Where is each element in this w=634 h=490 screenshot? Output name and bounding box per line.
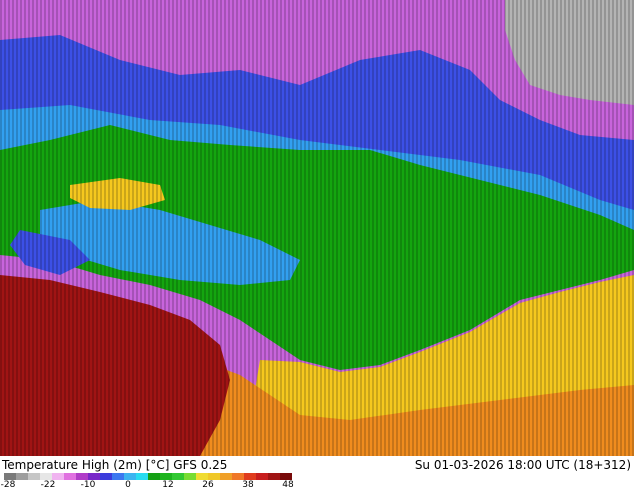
legend-swatch bbox=[208, 473, 220, 480]
legend-swatch bbox=[220, 473, 232, 480]
legend-swatch bbox=[196, 473, 208, 480]
legend-swatch bbox=[76, 473, 88, 480]
legend-swatch bbox=[280, 473, 292, 480]
legend-swatch bbox=[52, 473, 64, 480]
legend-tick-label: 12 bbox=[162, 480, 174, 490]
legend-swatch bbox=[136, 473, 148, 480]
legend-swatch bbox=[64, 473, 76, 480]
legend-swatch bbox=[268, 473, 280, 480]
legend-swatch bbox=[88, 473, 100, 480]
legend-swatch bbox=[232, 473, 244, 480]
legend-tick-label: -28 bbox=[0, 480, 16, 490]
legend-tick-label: 0 bbox=[125, 480, 131, 490]
legend-swatch bbox=[28, 473, 40, 480]
map-footer: Temperature High (2m) [°C] GFS 0.25 Su 0… bbox=[0, 456, 634, 490]
valid-time: Su 01-03-2026 18:00 UTC (18+312) bbox=[414, 458, 631, 472]
legend-swatch bbox=[124, 473, 136, 480]
color-legend bbox=[4, 473, 292, 480]
legend-tick-label: 26 bbox=[202, 480, 214, 490]
legend-tick-label: -22 bbox=[40, 480, 56, 490]
legend-swatch bbox=[160, 473, 172, 480]
legend-tick-label: 38 bbox=[242, 480, 254, 490]
map-title: Temperature High (2m) [°C] GFS 0.25 bbox=[2, 458, 228, 472]
legend-swatch bbox=[16, 473, 28, 480]
temperature-map bbox=[0, 0, 634, 456]
legend-tick-label: -10 bbox=[80, 480, 96, 490]
legend-swatch bbox=[184, 473, 196, 480]
legend-swatch bbox=[148, 473, 160, 480]
legend-swatch bbox=[244, 473, 256, 480]
legend-swatch bbox=[100, 473, 112, 480]
value-labels-overlay bbox=[0, 0, 634, 456]
temperature-field bbox=[0, 0, 634, 456]
legend-swatch bbox=[112, 473, 124, 480]
legend-tick-label: 48 bbox=[282, 480, 294, 490]
legend-swatch bbox=[256, 473, 268, 480]
legend-swatch bbox=[172, 473, 184, 480]
legend-swatch bbox=[40, 473, 52, 480]
legend-swatch bbox=[4, 473, 16, 480]
